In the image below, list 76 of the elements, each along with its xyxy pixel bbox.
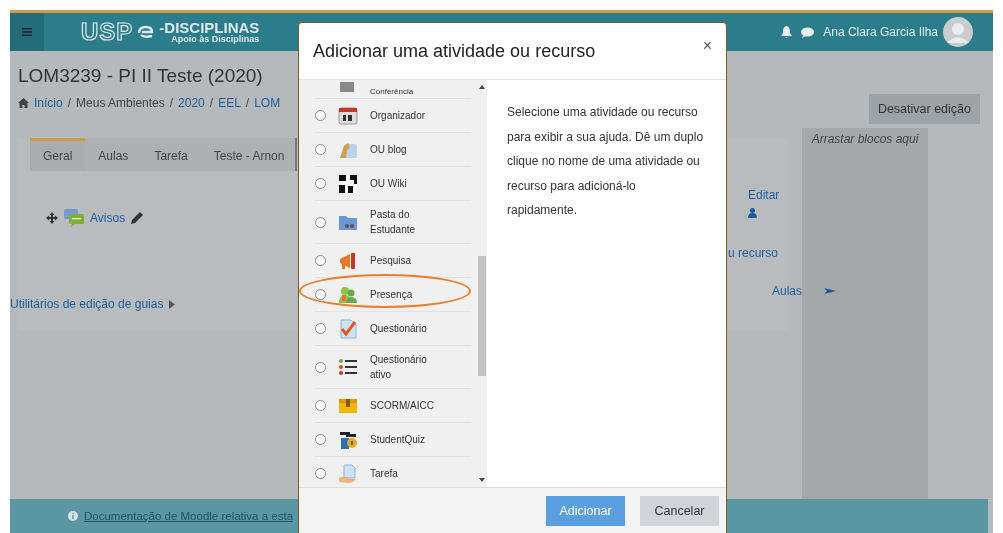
tab[interactable]: Aulas bbox=[85, 138, 142, 171]
help-text: Selecione uma atividade ou recurso para exibir a sua ajuda. Dê um duplo clique no nome de uma atividade ou recurso para adicioná-lo rapidamente. bbox=[506, 104, 705, 219]
move-icon[interactable] bbox=[46, 212, 58, 224]
forum-icon bbox=[64, 209, 84, 227]
info-icon bbox=[68, 511, 78, 521]
cancel-button[interactable]: Cancelar bbox=[640, 496, 719, 526]
activity-name[interactable]: Organizador bbox=[370, 108, 434, 123]
documentation-link[interactable]: Documentação de Moodle relativa a esta bbox=[84, 510, 294, 522]
activity-name[interactable]: Pasta do Estudante bbox=[370, 207, 434, 237]
chat-icon[interactable] bbox=[801, 26, 815, 38]
activity-link[interactable]: Avisos bbox=[90, 211, 126, 225]
scrollbar-thumb[interactable] bbox=[478, 256, 486, 376]
brand-tagline: Apoio às Disciplinas bbox=[170, 35, 260, 44]
activity-name[interactable]: Conferência bbox=[370, 87, 434, 96]
activity-name[interactable]: Questionário bbox=[370, 321, 434, 336]
megaphone-icon bbox=[338, 250, 358, 271]
radio-button[interactable] bbox=[315, 144, 326, 155]
bell-icon[interactable] bbox=[781, 26, 793, 38]
radio-button[interactable] bbox=[315, 178, 326, 189]
close-button[interactable]: × bbox=[702, 37, 712, 65]
tab[interactable]: Teste - Arnon bbox=[200, 138, 298, 171]
hand-document-icon bbox=[338, 463, 358, 484]
dialog-title: Adicionar uma atividade ou recurso bbox=[313, 40, 596, 62]
breadcrumb-link[interactable]: 2020 bbox=[178, 96, 205, 110]
home-icon bbox=[18, 98, 29, 108]
edit-mode-button[interactable]: Desativar edição bbox=[868, 94, 980, 124]
radio-button[interactable] bbox=[315, 434, 326, 445]
add-resource-link[interactable]: u recurso bbox=[728, 246, 779, 260]
edit-link[interactable]: Editar bbox=[748, 188, 780, 202]
list-icon bbox=[338, 357, 358, 377]
menu-button[interactable] bbox=[10, 13, 44, 51]
radio-button[interactable] bbox=[315, 400, 326, 411]
radio-button[interactable] bbox=[315, 468, 326, 479]
tab[interactable]: Tarefa bbox=[141, 138, 201, 171]
radio-button[interactable] bbox=[315, 323, 326, 334]
add-button[interactable]: Adicionar bbox=[546, 496, 625, 526]
pencil-icon[interactable] bbox=[131, 212, 144, 224]
scroll-up-icon[interactable] bbox=[479, 85, 485, 89]
radio-button[interactable] bbox=[315, 216, 326, 228]
activity-name[interactable]: SCORM/AICC bbox=[370, 398, 434, 413]
logo-text[interactable]: USP bbox=[81, 18, 134, 46]
activity-name[interactable]: Questionário ativo bbox=[370, 352, 434, 382]
breadcrumb-item: Meus Ambientes bbox=[76, 96, 165, 110]
tab-utilities-link[interactable]: Utilitários de edição de guias bbox=[10, 297, 164, 311]
breadcrumb-link[interactable]: Início bbox=[34, 96, 63, 110]
breadcrumb-link[interactable]: EEL bbox=[218, 96, 241, 110]
breadcrumb-separator: / bbox=[169, 96, 174, 110]
breadcrumb-separator: / bbox=[209, 96, 214, 110]
breadcrumb-separator: / bbox=[67, 96, 72, 110]
breadcrumb-link[interactable]: LOM bbox=[254, 96, 281, 110]
activity-name[interactable]: OU blog bbox=[370, 142, 434, 157]
radio-button[interactable] bbox=[315, 289, 326, 300]
activity-name[interactable]: Pesquisa bbox=[370, 253, 434, 268]
calendar-icon bbox=[338, 105, 358, 126]
caret-icon bbox=[169, 299, 176, 309]
activity-name[interactable]: OU Wiki bbox=[370, 176, 434, 191]
activity-name[interactable]: Presença bbox=[370, 287, 434, 302]
activity-name[interactable]: Tarefa bbox=[370, 466, 434, 481]
next-section-link[interactable]: Aulas bbox=[772, 284, 803, 298]
blocks-hint: Arrastar blocos aqui bbox=[810, 131, 920, 148]
tab[interactable]: Geral bbox=[30, 138, 86, 171]
spotted-pattern-icon bbox=[338, 173, 358, 194]
person-icon[interactable] bbox=[748, 208, 757, 218]
checkmark-document-icon bbox=[338, 318, 358, 339]
radio-button[interactable] bbox=[315, 255, 326, 266]
page-title: LOM3239 - PI II Teste (2020) bbox=[18, 65, 264, 87]
menu-icon bbox=[22, 28, 32, 36]
user-name[interactable]: Ana Clara Garcia Ilha bbox=[823, 25, 938, 39]
activity-name[interactable]: StudentQuiz bbox=[370, 432, 434, 447]
people-icon bbox=[338, 284, 358, 305]
radio-button[interactable] bbox=[315, 361, 326, 373]
avatar-icon[interactable] bbox=[943, 17, 973, 47]
breadcrumb-separator: / bbox=[245, 96, 250, 110]
scroll-down-icon[interactable] bbox=[479, 478, 485, 482]
brand-name: -DISCIPLINAS bbox=[159, 20, 260, 35]
radio-button[interactable] bbox=[315, 110, 326, 121]
